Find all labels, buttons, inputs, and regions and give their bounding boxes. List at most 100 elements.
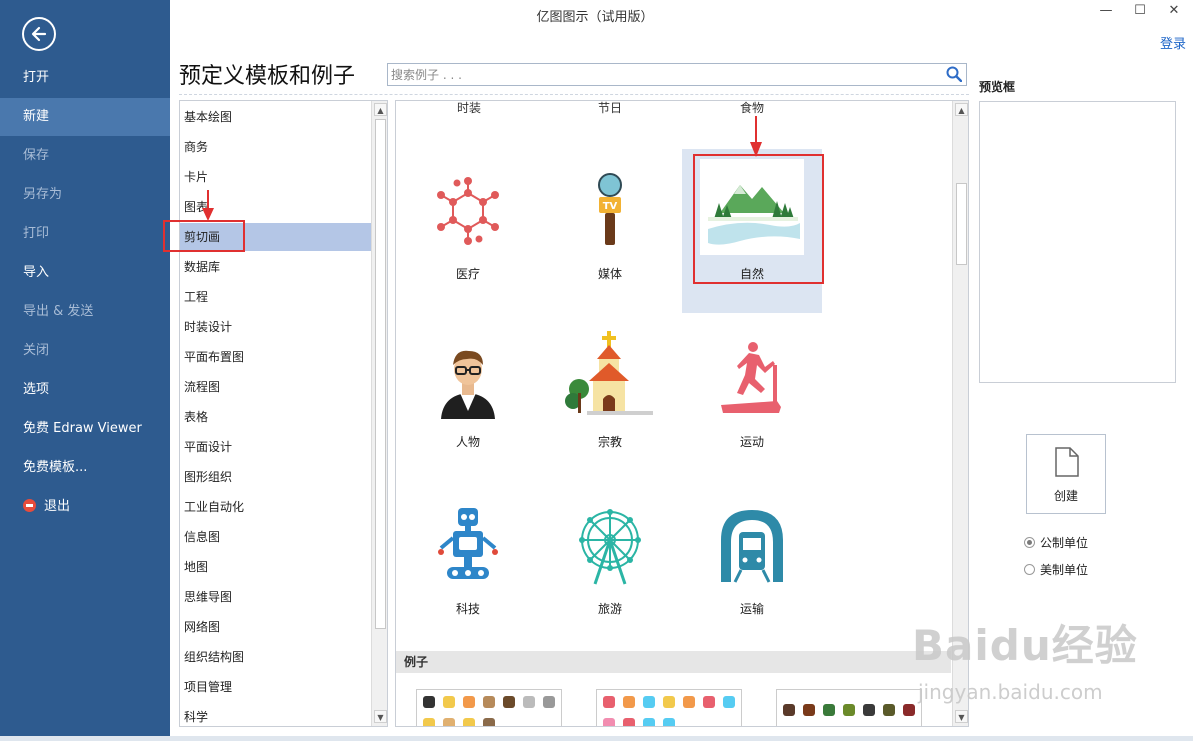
watermark-url: jingyan.baidu.com xyxy=(918,680,1103,704)
church-icon xyxy=(565,331,653,415)
template-sports[interactable]: 运动 xyxy=(682,319,822,479)
scroll-thumb[interactable] xyxy=(956,183,967,265)
document-icon xyxy=(1055,447,1079,477)
create-label: 创建 xyxy=(1053,489,1078,503)
scroll-down-icon[interactable]: ▼ xyxy=(955,710,968,723)
category-item[interactable]: 表格 xyxy=(180,403,371,431)
create-button[interactable]: 创建 xyxy=(1026,434,1106,514)
category-item[interactable]: 平面设计 xyxy=(180,433,371,461)
template-label[interactable]: 时装 xyxy=(414,101,524,116)
category-item[interactable]: 商务 xyxy=(180,133,371,161)
sidebar-item-exit[interactable]: 退出 xyxy=(0,488,170,526)
scroll-thumb[interactable] xyxy=(375,119,386,629)
template-label: 宗教 xyxy=(597,435,622,449)
search-box xyxy=(387,63,967,86)
minimize-button[interactable]: — xyxy=(1094,2,1118,20)
template-label: 科技 xyxy=(455,602,480,616)
category-item[interactable]: 网络图 xyxy=(180,613,371,641)
category-item[interactable]: 科学 xyxy=(180,703,371,726)
template-transport[interactable]: 运输 xyxy=(682,486,822,646)
sidebar-item-import[interactable]: 导入 xyxy=(0,254,170,292)
divider xyxy=(179,94,969,95)
template-travel[interactable]: 旅游 xyxy=(540,486,680,646)
preview-box xyxy=(979,101,1176,383)
examples-header: 例子 xyxy=(396,651,951,673)
category-item[interactable]: 项目管理 xyxy=(180,673,371,701)
example-thumbnail[interactable] xyxy=(416,689,562,726)
template-label[interactable]: 食物 xyxy=(697,101,807,116)
treadmill-runner-icon xyxy=(721,342,781,413)
category-item[interactable]: 时装设计 xyxy=(180,313,371,341)
template-medical[interactable]: 医疗 xyxy=(398,151,538,311)
radio-us[interactable]: 美制单位 xyxy=(1024,561,1088,578)
category-item[interactable]: 工业自动化 xyxy=(180,493,371,521)
template-grid: 时装 节日 食物 医疗 TV 媒体 自然 人物 宗教 运动 科技 旅游 运输 例… xyxy=(395,100,969,727)
template-tech[interactable]: 科技 xyxy=(398,486,538,646)
category-list: 基本绘图 商务 卡片 图表 剪切画 数据库 工程 时装设计 平面布置图 流程图 … xyxy=(179,100,388,727)
sidebar-item-close[interactable]: 关闭 xyxy=(0,332,170,370)
radio-label: 美制单位 xyxy=(1040,563,1089,577)
category-item[interactable]: 卡片 xyxy=(180,163,371,191)
category-item[interactable]: 图表 xyxy=(180,193,371,221)
sidebar-item-print[interactable]: 打印 xyxy=(0,215,170,253)
sidebar-item-free-viewer[interactable]: 免费 Edraw Viewer xyxy=(0,410,170,448)
category-item[interactable]: 信息图 xyxy=(180,523,371,551)
close-button[interactable]: ✕ xyxy=(1162,2,1186,20)
template-nature[interactable]: 自然 xyxy=(682,149,822,313)
example-thumbnail[interactable] xyxy=(776,689,922,726)
template-label[interactable]: 节日 xyxy=(555,101,665,116)
radio-dot[interactable] xyxy=(1024,537,1035,548)
taskbar-strip xyxy=(0,736,1193,741)
window-title: 亿图图示（试用版） xyxy=(536,10,654,25)
sidebar-item-options[interactable]: 选项 xyxy=(0,371,170,409)
category-scrollbar[interactable]: ▲ ▼ xyxy=(371,101,387,726)
template-label: 运动 xyxy=(739,435,764,449)
example-thumbnail[interactable] xyxy=(596,689,742,726)
molecule-icon xyxy=(437,177,499,245)
person-glasses-icon xyxy=(441,350,495,419)
tv-microphone-icon: TV xyxy=(598,173,622,245)
back-arrow-icon[interactable] xyxy=(22,17,56,51)
sidebar-item-save-as[interactable]: 另存为 xyxy=(0,176,170,214)
template-label: 自然 xyxy=(739,267,764,281)
sidebar-item-open[interactable]: 打开 xyxy=(0,59,170,97)
category-item[interactable]: 地图 xyxy=(180,553,371,581)
template-media[interactable]: TV 媒体 xyxy=(540,151,680,311)
sidebar-item-export-send[interactable]: 导出 & 发送 xyxy=(0,293,170,331)
radio-dot[interactable] xyxy=(1024,564,1035,575)
template-label: 媒体 xyxy=(597,267,622,281)
template-religion[interactable]: 宗教 xyxy=(540,319,680,479)
app-window: 打开 新建 保存 另存为 打印 导入 导出 & 发送 关闭 选项 免费 Edra… xyxy=(0,0,1193,741)
sidebar: 打开 新建 保存 另存为 打印 导入 导出 & 发送 关闭 选项 免费 Edra… xyxy=(0,0,170,741)
category-item-selected[interactable]: 剪切画 xyxy=(180,223,371,251)
category-item[interactable]: 工程 xyxy=(180,283,371,311)
watermark-logo: Baidu经验 xyxy=(912,621,1138,670)
scroll-up-icon[interactable]: ▲ xyxy=(955,103,968,116)
category-item[interactable]: 组织结构图 xyxy=(180,643,371,671)
category-item[interactable]: 数据库 xyxy=(180,253,371,281)
category-item[interactable]: 平面布置图 xyxy=(180,343,371,371)
template-people[interactable]: 人物 xyxy=(398,319,538,479)
scroll-down-icon[interactable]: ▼ xyxy=(374,710,387,723)
exit-label: 退出 xyxy=(44,499,71,514)
page-title: 预定义模板和例子 xyxy=(179,64,356,89)
search-input[interactable] xyxy=(388,64,928,85)
category-item[interactable]: 图形组织 xyxy=(180,463,371,491)
search-icon[interactable] xyxy=(946,66,963,85)
radio-metric[interactable]: 公制单位 xyxy=(1024,534,1088,551)
login-link[interactable]: 登录 xyxy=(1160,33,1186,52)
template-label: 医疗 xyxy=(455,267,480,281)
category-item[interactable]: 基本绘图 xyxy=(180,103,371,131)
robot-icon xyxy=(438,508,498,579)
category-item[interactable]: 流程图 xyxy=(180,373,371,401)
sidebar-item-save[interactable]: 保存 xyxy=(0,137,170,175)
template-label: 运输 xyxy=(739,602,764,616)
maximize-button[interactable]: ☐ xyxy=(1128,2,1152,20)
scroll-up-icon[interactable]: ▲ xyxy=(374,103,387,116)
ferris-wheel-icon xyxy=(579,509,641,585)
preview-label: 预览框 xyxy=(979,80,1016,94)
template-label: 旅游 xyxy=(597,602,622,616)
category-item[interactable]: 思维导图 xyxy=(180,583,371,611)
sidebar-item-new[interactable]: 新建 xyxy=(0,98,170,136)
sidebar-item-free-templates[interactable]: 免费模板... xyxy=(0,449,170,487)
